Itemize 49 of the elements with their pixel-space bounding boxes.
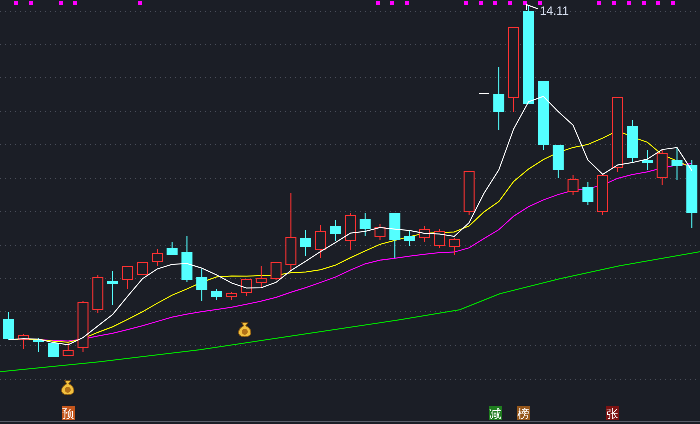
candlestick	[464, 172, 475, 216]
signal-badge: 预	[62, 406, 75, 421]
candlestick	[686, 160, 698, 228]
candlestick	[449, 238, 460, 256]
candlestick	[196, 268, 208, 302]
candlestick	[656, 150, 668, 186]
candlestick	[18, 334, 30, 350]
signal-badge: 榜	[517, 406, 530, 421]
candlestick	[78, 300, 89, 352]
money-bag-icon	[238, 322, 252, 338]
candlestick	[315, 224, 326, 258]
candlestick	[182, 236, 193, 282]
candlestick	[345, 212, 356, 250]
money-bag-icon	[61, 380, 75, 396]
candlestick	[107, 270, 118, 306]
candlestick	[270, 262, 282, 280]
candlestick	[642, 150, 654, 170]
candlestick	[404, 230, 416, 246]
candlestick	[598, 174, 608, 216]
candlestick	[48, 342, 60, 358]
candlestick	[152, 248, 163, 266]
candlestick	[390, 212, 401, 258]
candlestick	[552, 144, 564, 178]
candlestick	[241, 280, 252, 296]
candlestick	[374, 224, 386, 240]
candlestick	[256, 266, 267, 288]
candlestick	[434, 228, 446, 248]
candlestick	[627, 120, 638, 162]
candlestick	[92, 274, 104, 314]
candlestick	[300, 230, 312, 256]
candlestick	[137, 262, 148, 276]
candlestick	[166, 242, 178, 256]
candlestick	[211, 288, 222, 300]
candlestick	[360, 212, 371, 236]
candlestick	[62, 342, 74, 356]
candlestick	[33, 338, 44, 352]
signal-badge: 张	[606, 406, 619, 421]
candlestick	[538, 80, 550, 150]
high-price-label: 14.11	[540, 4, 570, 18]
candlestick	[582, 182, 594, 206]
high-pointer-icon	[526, 4, 538, 10]
candlestick	[122, 266, 134, 290]
candlestick	[672, 148, 683, 180]
candlestick	[568, 174, 579, 196]
candlestick	[4, 312, 14, 340]
candlestick	[494, 66, 505, 130]
candlestick	[330, 220, 342, 242]
candlestick	[419, 226, 430, 242]
signal-badge: 减	[489, 406, 502, 421]
